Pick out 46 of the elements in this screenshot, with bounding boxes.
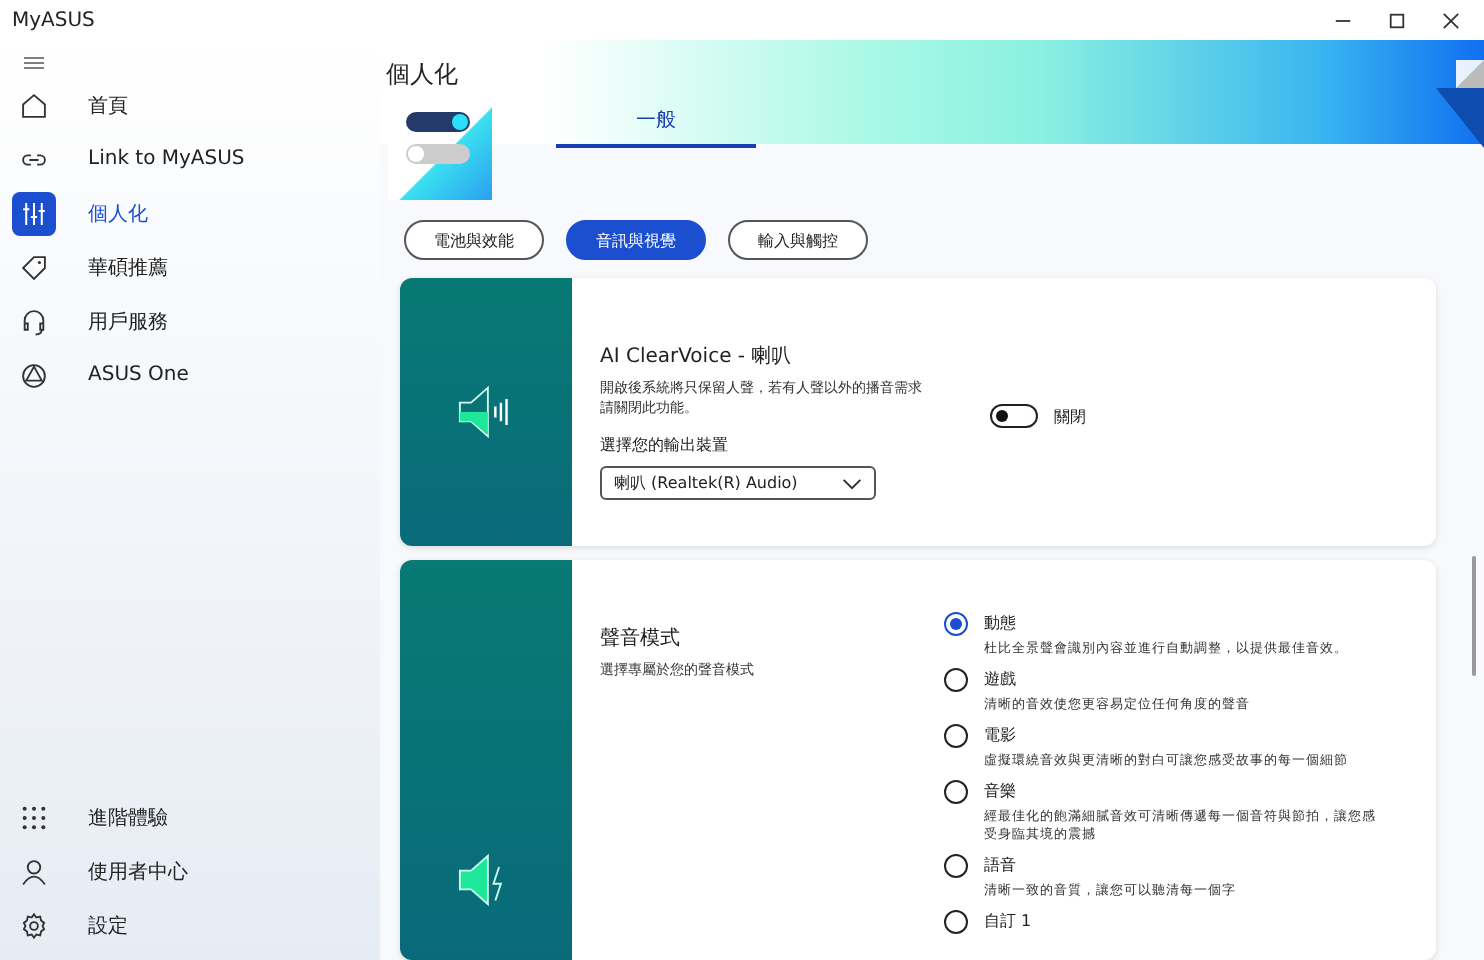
sidebar-item[interactable]: 設定 [12,902,380,948]
option-label: 動態 [984,612,1018,634]
sidebar-item[interactable]: 進階體驗 [12,794,380,840]
option-label: 音樂 [984,780,1018,802]
option-label: 自訂 1 [984,910,1034,932]
option-label: 遊戲 [984,668,1018,690]
close-icon[interactable] [1442,11,1460,29]
radio-button[interactable] [944,854,968,878]
grid-icon [20,803,48,831]
triangle-circle-icon [20,361,48,389]
settings-icon [20,911,48,939]
user-icon [20,857,48,885]
radio-button[interactable] [944,780,968,804]
headset-icon [20,307,48,335]
radio-button[interactable] [944,724,968,748]
radio-button[interactable] [944,612,968,636]
page-title: 個人化 [386,58,458,92]
sidebar-item[interactable]: ASUS One [12,352,380,398]
sidebar-item[interactable]: 用戶服務 [12,298,380,344]
feature-title: AI ClearVoice - 喇叭 [600,343,794,370]
category-chip[interactable]: 輸入與觸控 [728,220,868,260]
sidebar-item[interactable]: 華碩推薦 [12,244,380,290]
sidebar-item[interactable]: 首頁 [12,82,380,128]
category-chip[interactable]: 電池與效能 [404,220,544,260]
category-chip[interactable]: 音訊與視覺 [566,220,706,260]
sidebar-item[interactable]: 個人化 [12,190,380,236]
radio-button[interactable] [944,910,968,934]
toggle-switch[interactable] [990,404,1038,428]
output-device-dropdown[interactable]: 喇叭 (Realtek(R) Audio) [600,466,876,500]
home-icon [20,91,48,119]
menu-icon[interactable] [24,56,44,70]
option-label: 電影 [984,724,1018,746]
maximize-icon[interactable] [1388,11,1406,29]
output-device-label: 選擇您的輸出裝置 [600,434,730,456]
caret-icon [842,477,862,489]
tab[interactable]: 一般 [556,100,756,148]
section-title: 聲音模式 [600,625,682,652]
sidebar-item[interactable]: 使用者中心 [12,848,380,894]
option-label: 語音 [984,854,1018,876]
sidebar-item[interactable]: Link to MyASUS [12,136,380,182]
sliders-icon [20,199,48,227]
tag-icon [20,253,48,281]
scrollbar[interactable] [1472,556,1476,676]
toggle-label: 關閉 [1054,405,1086,427]
window-title: MyASUS [12,9,95,31]
radio-button[interactable] [944,668,968,692]
